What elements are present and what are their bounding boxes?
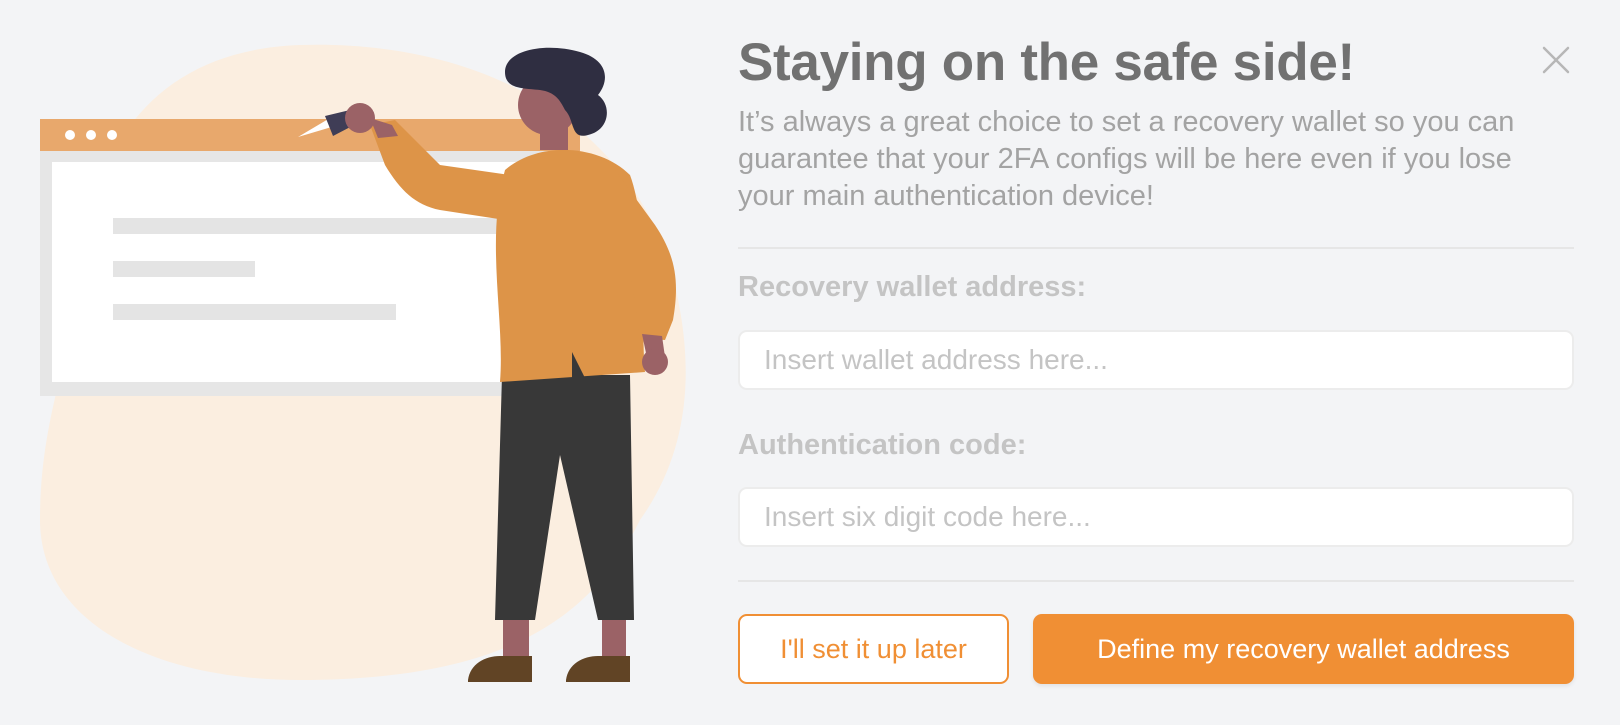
divider-bottom	[738, 580, 1574, 582]
close-icon	[1542, 46, 1570, 74]
modal-title: Staying on the safe side!	[738, 33, 1355, 92]
wallet-address-label: Recovery wallet address:	[738, 271, 1087, 303]
authentication-code-input[interactable]	[738, 487, 1574, 547]
recovery-wallet-modal: Staying on the safe side! It’s always a …	[738, 0, 1574, 720]
person-at-browser-illustration	[40, 44, 686, 682]
illustration	[0, 0, 700, 720]
modal-description: It’s always a great choice to set a reco…	[738, 106, 1515, 212]
wallet-address-input[interactable]	[738, 330, 1574, 390]
close-button[interactable]	[1538, 42, 1574, 78]
define-recovery-wallet-button[interactable]: Define my recovery wallet address	[1033, 614, 1574, 684]
authentication-code-label: Authentication code:	[738, 429, 1027, 461]
divider-top	[738, 247, 1574, 249]
set-up-later-button[interactable]: I'll set it up later	[738, 614, 1009, 684]
